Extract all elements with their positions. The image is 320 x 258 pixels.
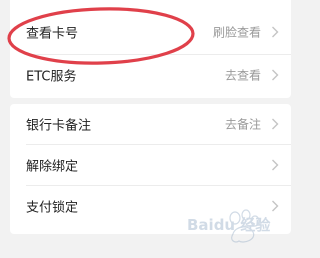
chevron-right-icon (271, 200, 279, 212)
settings-row-card-remark[interactable]: 银行卡备注 去备注 (10, 104, 291, 144)
chevron-right-icon (271, 26, 279, 38)
settings-row-view-card-number[interactable]: 查看卡号 刷脸查看 (10, 12, 291, 52)
settings-row-payment-lock[interactable]: 支付锁定 (10, 186, 291, 226)
chevron-right-icon (271, 69, 279, 81)
row-label-etc-service: ETC服务 (26, 69, 77, 85)
row-label-view-card-number: 查看卡号 (26, 26, 79, 42)
row-label-unbind: 解除绑定 (26, 159, 79, 175)
row-value-go-view: 去查看 (224, 68, 261, 83)
settings-row-etc-service[interactable]: ETC服务 去查看 (10, 55, 291, 95)
settings-group-card-management: 银行卡备注 去备注 解除绑定 支付锁定 (10, 104, 291, 234)
row-label-payment-lock: 支付锁定 (26, 200, 79, 216)
chevron-right-icon (271, 159, 279, 171)
bank-card-settings-page: 查看卡号 刷脸查看 ETC服务 去查看 银行卡备注 去备注 解除绑定 支付锁定 … (0, 0, 301, 258)
row-label-card-remark: 银行卡备注 (26, 118, 92, 134)
chevron-right-icon (271, 118, 279, 130)
row-value-go-remark: 去备注 (224, 117, 261, 132)
row-value-face-verify: 刷脸查看 (212, 25, 261, 40)
settings-row-unbind[interactable]: 解除绑定 (10, 145, 291, 185)
settings-group-card-info: 查看卡号 刷脸查看 ETC服务 去查看 (10, 0, 291, 98)
